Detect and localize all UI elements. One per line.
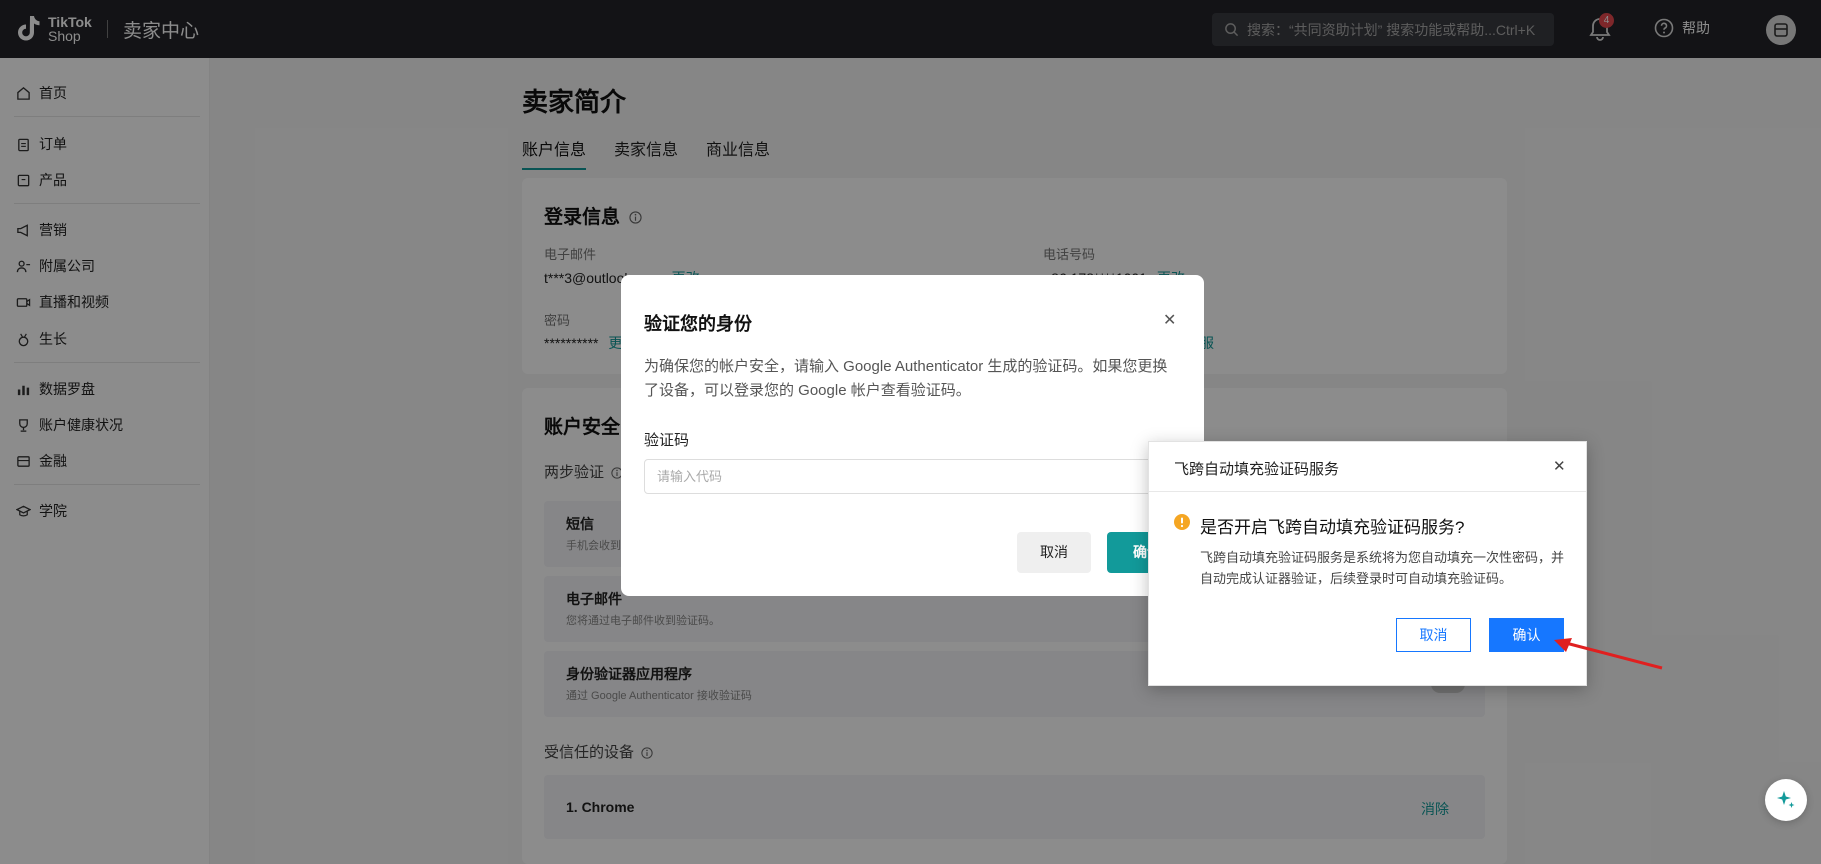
warning-icon (1174, 514, 1190, 530)
dialog-title: 验证您的身份 (644, 314, 752, 334)
red-arrow-annotation (1554, 638, 1663, 670)
verify-identity-dialog: 验证您的身份 ✕ 为确保您的帐户安全，请输入 Google Authentica… (621, 275, 1204, 596)
code-label: 验证码 (644, 432, 690, 449)
sparkle-icon (1777, 791, 1795, 808)
ai-assistant-button[interactable] (1765, 779, 1807, 821)
dialog-body: 飞跨自动填充验证码服务是系统将为您自动填充一次性密码，并自动完成认证器验证，后续… (1200, 550, 1565, 586)
dialog-question: 是否开启飞跨自动填充验证码服务? (1200, 518, 1465, 537)
dialog-header: 飞跨自动填充验证码服务 ✕ (1149, 442, 1586, 492)
verification-code-input[interactable]: 请输入代码 (644, 459, 1179, 494)
close-icon[interactable]: ✕ (1163, 310, 1176, 330)
dialog-title: 飞跨自动填充验证码服务 (1174, 461, 1340, 478)
dialog-description: 为确保您的帐户安全，请输入 Google Authenticator 生成的验证… (644, 358, 1168, 399)
close-icon[interactable]: ✕ (1553, 457, 1566, 475)
cancel-button[interactable]: 取消 (1017, 532, 1091, 573)
autofill-cancel-button[interactable]: 取消 (1396, 618, 1471, 652)
autofill-service-dialog: 飞跨自动填充验证码服务 ✕ 是否开启飞跨自动填充验证码服务? 飞跨自动填充验证码… (1148, 441, 1587, 686)
